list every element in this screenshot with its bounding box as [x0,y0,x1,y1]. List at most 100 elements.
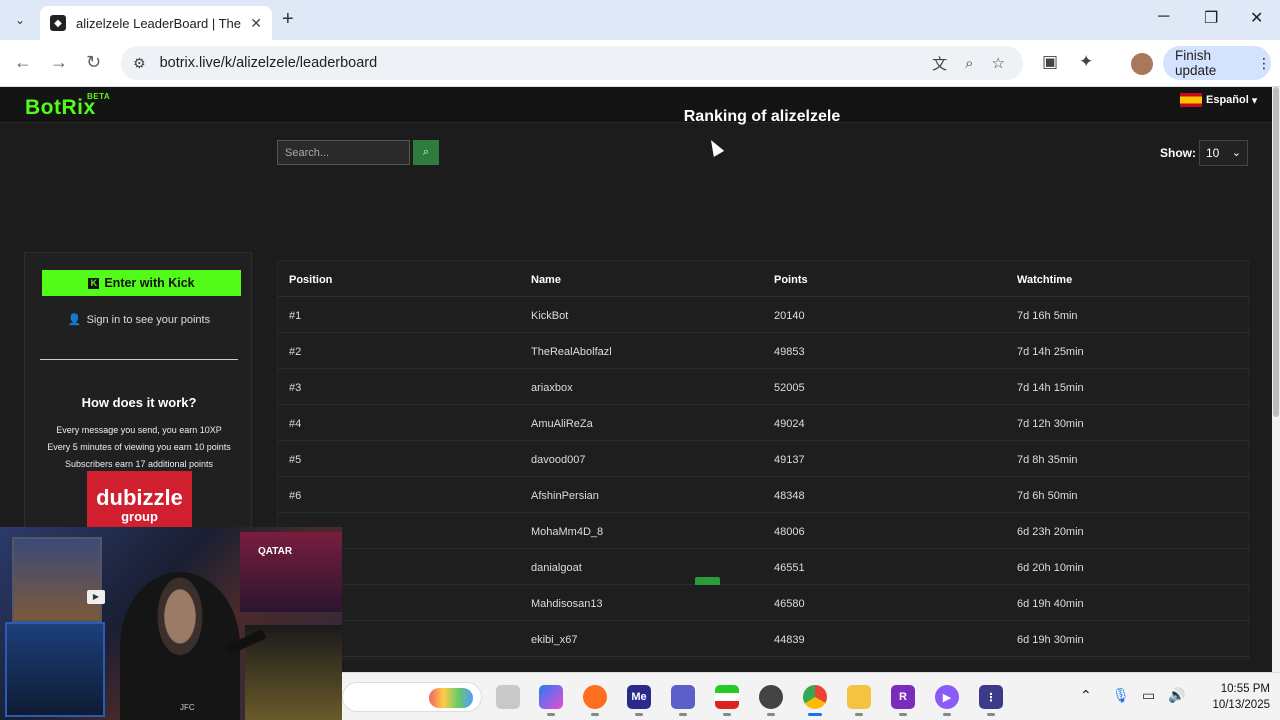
cell-points: 46551 [774,562,805,574]
file-explorer-icon[interactable] [847,685,871,716]
volume-icon[interactable]: 🔊 [1168,687,1185,704]
microphone-icon[interactable]: 🎙 [1112,687,1130,704]
browser-tab[interactable]: ◆ alizelzele LeaderBoard | The be ✕ [40,6,272,40]
botrix-logo[interactable]: BotRix BETA [25,92,110,120]
firefox-icon[interactable] [583,685,607,716]
bookmark-star-icon[interactable]: ☆ [992,54,1005,72]
copilot-icon[interactable] [539,685,563,716]
reload-icon[interactable]: ↻ [86,52,101,73]
cell-name[interactable]: Mahdisosan13 [531,598,603,610]
table-row[interactable]: danialgoat 46551 6d 20h 10min [278,549,1250,585]
window-close-icon[interactable]: ✕ [1250,8,1263,28]
menu-dots-icon[interactable]: ⋮ [1257,55,1271,72]
cell-points: 46580 [774,598,805,610]
clock-date: 10/13/2025 [1212,699,1270,711]
windows-taskbar: Me R ▶ ⋮ ⌃ 🎙 ▭ 🔊 10:55 PM 10/13/2025 [342,672,1280,720]
r-app-icon[interactable]: R [891,685,915,716]
cell-name[interactable]: ekibi_x67 [531,634,577,646]
flag-app-icon[interactable] [715,685,739,716]
cell-name[interactable]: AfshinPersian [531,490,599,502]
poster-right: QATAR [240,532,342,612]
cell-name[interactable]: TheRealAbolfazl [531,346,612,358]
chrome-icon[interactable] [803,685,827,716]
url-text[interactable]: botrix.live/k/alizelzele/leaderboard [160,55,933,71]
cell-position: #6 [289,490,302,502]
cell-position: #1 [289,310,302,322]
tab-close-icon[interactable]: ✕ [250,15,262,32]
minimize-icon[interactable]: ─ [1158,8,1169,26]
table-row[interactable]: #6 AfshinPersian 48348 7d 6h 50min [278,477,1250,513]
table-row[interactable]: #2 TheRealAbolfazl 49853 7d 14h 25min [278,333,1250,369]
rule-viewing: Every 5 minutes of viewing you earn 10 p… [47,442,231,452]
cell-position: #5 [289,454,302,466]
cell-name[interactable]: KickBot [531,310,568,322]
new-tab-button[interactable]: + [282,8,294,31]
page-scrollbar[interactable] [1272,87,1280,720]
cell-watchtime: 7d 6h 50min [1017,490,1078,502]
show-count-select[interactable]: 10 ⌄ [1199,140,1248,166]
finish-update-button[interactable]: Finish update ⋮ [1163,46,1271,80]
cell-name[interactable]: davood007 [531,454,585,466]
cell-watchtime: 6d 20h 10min [1017,562,1084,574]
taskbar-clock[interactable]: 10:55 PM 10/13/2025 [1210,681,1270,713]
leaderboard-table: Position Name Points Watchtime #1 KickBot… [277,260,1250,660]
poster-left [12,537,102,622]
header-watchtime[interactable]: Watchtime [1017,274,1072,286]
tray-chevron-up-icon[interactable]: ⌃ [1080,687,1092,704]
media-encoder-icon[interactable]: Me [627,685,651,716]
table-row[interactable]: Mahdisosan13 46580 6d 19h 40min [278,585,1250,621]
extension-tb-icon[interactable]: ▣ [1042,52,1058,72]
obs-icon[interactable] [759,685,783,716]
signin-link[interactable]: 👤 Sign in to see your points [25,313,253,326]
language-label: Español [1206,94,1249,106]
cell-position: #2 [289,346,302,358]
cell-name[interactable]: MohaMm4D_8 [531,526,603,538]
dubizzle-ad[interactable]: dubizzle group [87,471,192,531]
restore-icon[interactable]: ❐ [1204,8,1218,28]
cell-name[interactable]: AmuAliReZa [531,418,593,430]
table-row[interactable]: ekibi_x67 44839 6d 19h 30min [278,621,1250,657]
cell-name[interactable]: danialgoat [531,562,582,574]
table-header: Position Name Points Watchtime [278,261,1250,297]
table-row[interactable]: #3 ariaxbox 52005 7d 14h 15min [278,369,1250,405]
address-bar[interactable]: ⚙ botrix.live/k/alizelzele/leaderboard 文… [121,46,1023,80]
table-row[interactable]: MohaMm4D_8 48006 6d 23h 20min [278,513,1250,549]
pagination-active-page[interactable] [695,577,720,585]
header-points[interactable]: Points [774,274,808,286]
cell-points: 52005 [774,382,805,394]
teams-icon[interactable] [671,685,695,716]
search-highlight-art [429,688,473,708]
search-button[interactable]: ⌕ [413,140,439,165]
taskbar-search[interactable] [342,682,482,712]
table-row[interactable]: #5 davood007 49137 7d 8h 35min [278,441,1250,477]
forward-arrow-icon[interactable]: → [50,52,68,73]
header-position[interactable]: Position [289,274,332,286]
cell-name[interactable]: ariaxbox [531,382,573,394]
chevron-down-icon: ⌄ [1231,147,1241,159]
keypad-app-icon[interactable]: ⋮ [979,685,1003,716]
zoom-icon[interactable]: ⌕ [965,55,973,72]
table-row[interactable]: #1 KickBot 20140 7d 16h 5min [278,297,1250,333]
header-name[interactable]: Name [531,274,561,286]
network-icon[interactable]: ▭ [1142,687,1155,704]
cell-watchtime: 6d 19h 40min [1017,598,1084,610]
cell-points: 44839 [774,634,805,646]
language-selector[interactable]: Español ▾ [1180,93,1257,107]
media-player-icon[interactable]: ▶ [935,685,959,716]
back-arrow-icon[interactable]: ← [14,52,32,73]
signin-text: Sign in to see your points [86,314,211,326]
extensions-puzzle-icon[interactable]: ✦ [1079,52,1093,72]
task-view-icon[interactable] [496,685,520,709]
table-row[interactable]: #4 AmuAliReZa 49024 7d 12h 30min [278,405,1250,441]
rule-subscribers: Subscribers earn 17 additional points [64,459,214,469]
scrollbar-thumb[interactable] [1273,87,1279,417]
search-input[interactable]: Search... [277,140,410,165]
poster-bottom-left [5,622,105,717]
tab-search-chevron-icon[interactable]: ⌄ [8,8,32,32]
profile-avatar[interactable] [1131,53,1153,75]
site-info-icon[interactable]: ⚙ [133,55,146,72]
cell-points: 48006 [774,526,805,538]
translate-icon[interactable]: 文 [932,53,947,74]
cell-position: #3 [289,382,302,394]
enter-with-kick-button[interactable]: K Enter with Kick [42,270,241,296]
